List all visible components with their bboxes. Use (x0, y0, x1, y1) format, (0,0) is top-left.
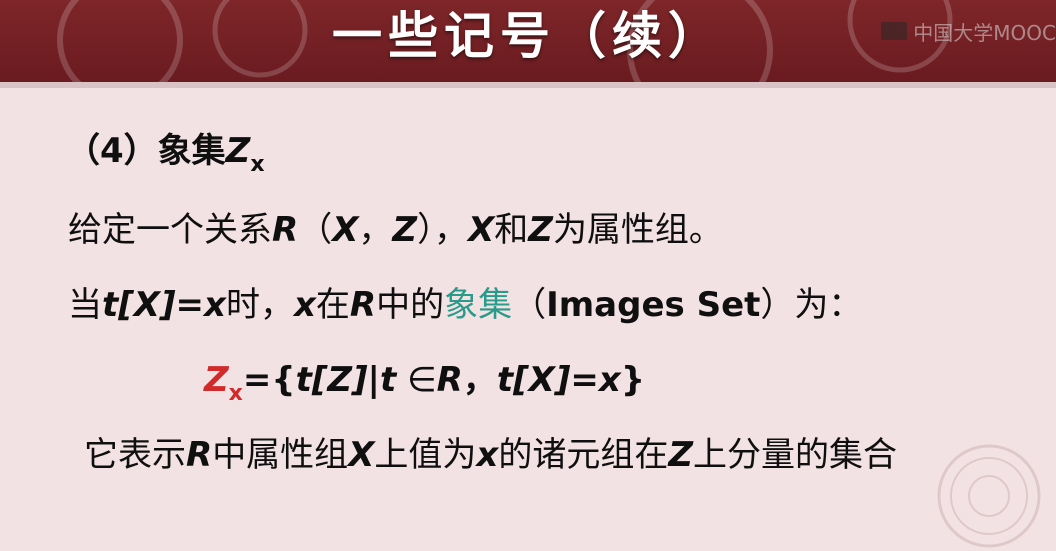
section-heading: （4）象集Zx (66, 129, 265, 187)
header-divider (0, 82, 1056, 88)
title-bar: 一些记号（续） 中国大学MOOC (0, 0, 1056, 82)
symbol-z: Z (225, 131, 251, 171)
highlight-term: 象集 (444, 285, 513, 325)
images-set-line: 当t[X]=x时，x在R中的象集（Images Set）为： (68, 285, 863, 325)
university-seal (937, 444, 1041, 548)
formula: Zx={t[Z]|t ∈R，t[X]=x} (204, 360, 646, 406)
formula-subscript: x (228, 381, 243, 406)
explanation-line: 它表示R中属性组X上值为x的诸元组在Z上分量的集合 (84, 435, 897, 475)
section-number: （4） (66, 131, 158, 171)
section-text: 象集 (157, 131, 226, 171)
mooc-watermark: 中国大学MOOC (881, 18, 1056, 45)
formula-z: Z (204, 360, 229, 400)
definition-line: 给定一个关系R（X，Z），X和Z为属性组。 (68, 210, 723, 250)
watermark-text: 中国大学MOOC (913, 20, 1056, 45)
subscript-x: x (250, 152, 265, 177)
video-icon (881, 22, 908, 40)
